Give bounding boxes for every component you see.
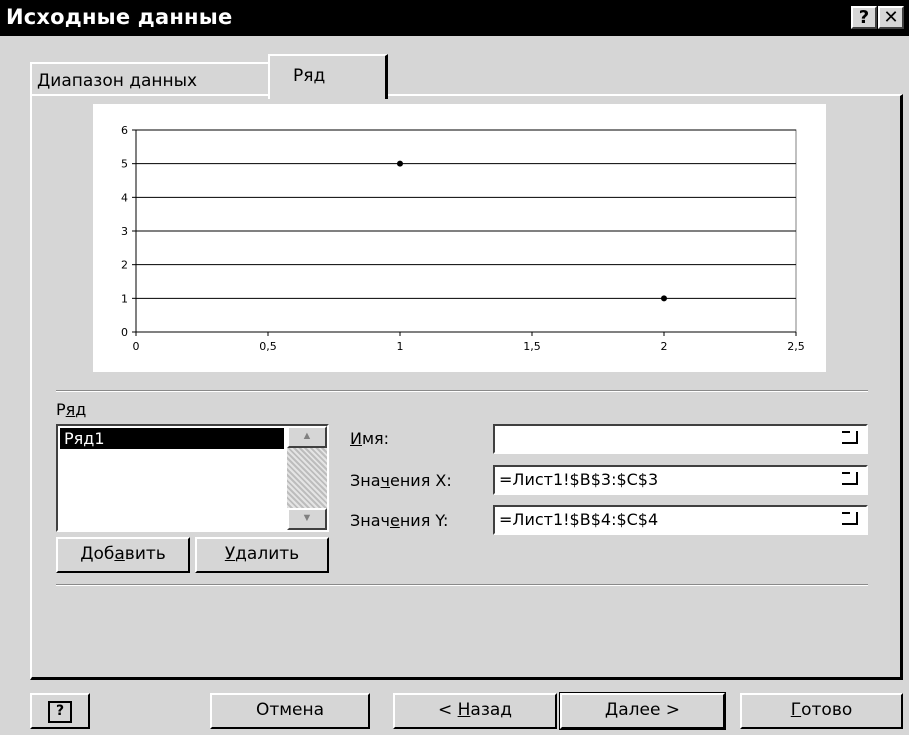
name-field[interactable] bbox=[493, 424, 868, 454]
scroll-down-button[interactable]: ▼ bbox=[287, 508, 327, 530]
remove-label-hotkey: У bbox=[224, 544, 236, 564]
name-field-label: Имя: bbox=[350, 429, 389, 448]
series-list-label-hotkey: я bbox=[65, 400, 76, 419]
separator-top bbox=[56, 390, 868, 392]
question-mark-icon: ? bbox=[858, 7, 870, 28]
chart-preview: 0 1 2 3 4 5 6 0 0,5 1 1,5 2 2,5 bbox=[93, 104, 826, 372]
data-point bbox=[397, 160, 403, 167]
finish-label-part: отово bbox=[801, 700, 853, 720]
tab-data-range-label: Диапазон данных bbox=[37, 71, 198, 91]
y-tick-label: 4 bbox=[121, 191, 128, 204]
y-label-part: ния Y: bbox=[399, 511, 449, 530]
collapse-dialog-icon[interactable] bbox=[836, 428, 864, 450]
y-tick-label: 0 bbox=[121, 326, 128, 339]
back-label-part: < bbox=[437, 700, 458, 720]
next-button[interactable]: Далее > bbox=[559, 692, 726, 730]
arrow-down-icon: ▼ bbox=[301, 512, 313, 524]
finish-button[interactable]: Готово bbox=[740, 693, 903, 729]
x-tick-label: 2,5 bbox=[787, 340, 805, 353]
title-bar: Исходные данные ? ✕ bbox=[0, 0, 909, 36]
x-values-field[interactable]: =Лист1!$B$3:$C$3 bbox=[493, 465, 868, 495]
back-label-hotkey: Н bbox=[457, 700, 471, 720]
help-icon: ? bbox=[48, 701, 72, 723]
remove-series-button[interactable]: Удалить bbox=[195, 537, 329, 573]
name-label-hotkey: И bbox=[350, 429, 362, 448]
help-button[interactable]: ? bbox=[851, 6, 877, 29]
x-tick-label: 0,5 bbox=[259, 340, 277, 353]
tab-series-label: Ряд bbox=[293, 66, 326, 86]
x-label-part: Зна bbox=[350, 471, 381, 490]
x-tick-label: 1,5 bbox=[523, 340, 541, 353]
tab-series[interactable]: Ряд bbox=[268, 54, 388, 99]
series-list-item[interactable]: Ряд1 bbox=[60, 428, 284, 449]
y-values-value: =Лист1!$B$4:$C$4 bbox=[499, 510, 659, 529]
y-tick-label: 6 bbox=[121, 124, 128, 137]
series-listbox[interactable]: Ряд1 ▲ ▼ bbox=[56, 424, 329, 532]
y-label-part: Знач bbox=[350, 511, 390, 530]
separator-bottom bbox=[56, 584, 868, 586]
y-tick-label: 2 bbox=[121, 259, 128, 272]
listbox-scrollbar[interactable]: ▲ ▼ bbox=[287, 426, 327, 530]
series-list-label-part: Р bbox=[56, 400, 66, 419]
cancel-button[interactable]: Отмена bbox=[210, 693, 370, 729]
x-label-part: ения X: bbox=[389, 471, 452, 490]
back-button[interactable]: < Назад bbox=[393, 693, 557, 729]
y-label-hotkey: е bbox=[389, 511, 400, 530]
y-tick-label: 3 bbox=[121, 225, 128, 238]
add-label-part: вить bbox=[124, 544, 166, 564]
tab-data-range[interactable]: Диапазон данных bbox=[30, 62, 268, 94]
collapse-dialog-icon[interactable] bbox=[836, 469, 864, 491]
x-tick-label: 1 bbox=[397, 340, 404, 353]
series-list-label-part: д bbox=[75, 400, 87, 419]
finish-label-hotkey: Г bbox=[790, 700, 802, 720]
close-button[interactable]: ✕ bbox=[878, 6, 904, 29]
scroll-up-button[interactable]: ▲ bbox=[287, 426, 327, 448]
add-label-hotkey: а bbox=[114, 544, 125, 564]
x-values-label: Значения X: bbox=[350, 471, 452, 490]
x-values-value: =Лист1!$B$3:$C$3 bbox=[499, 470, 659, 489]
collapse-dialog-icon[interactable] bbox=[836, 509, 864, 531]
help-wizard-button[interactable]: ? bbox=[30, 693, 90, 729]
x-label-hotkey: ч bbox=[380, 471, 390, 490]
name-label-part: мя: bbox=[361, 429, 390, 448]
x-tick-label: 0 bbox=[133, 340, 140, 353]
remove-label-part: далить bbox=[235, 544, 300, 564]
y-tick-label: 5 bbox=[121, 158, 128, 171]
close-icon: ✕ bbox=[883, 7, 899, 28]
data-point bbox=[661, 295, 667, 302]
x-tick-label: 2 bbox=[661, 340, 668, 353]
arrow-up-icon: ▲ bbox=[301, 430, 313, 442]
y-values-field[interactable]: =Лист1!$B$4:$C$4 bbox=[493, 505, 868, 535]
back-label-part: азад bbox=[470, 700, 513, 720]
series-list-label: Ряд bbox=[56, 400, 86, 419]
y-values-label: Значения Y: bbox=[350, 511, 448, 530]
add-series-button[interactable]: Добавить bbox=[56, 537, 190, 573]
chart-svg: 0 1 2 3 4 5 6 0 0,5 1 1,5 2 2,5 bbox=[121, 124, 805, 353]
add-label-part: Доб bbox=[80, 544, 115, 564]
y-tick-label: 1 bbox=[121, 292, 128, 305]
window-title: Исходные данные bbox=[6, 5, 233, 29]
